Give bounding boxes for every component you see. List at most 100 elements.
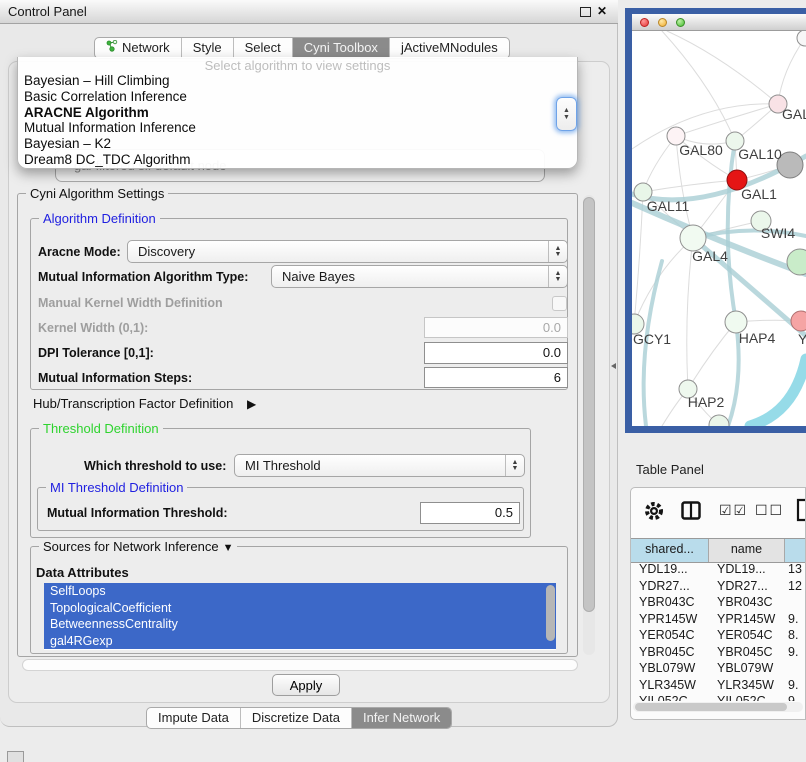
column-header[interactable]: shared... [631, 539, 709, 562]
control-panel-titlebar[interactable]: Control Panel ✕ [0, 0, 618, 24]
which-threshold-value: MI Threshold [245, 458, 321, 473]
aracne-mode-value: Discovery [138, 244, 195, 259]
node-top[interactable] [797, 31, 806, 46]
table-row[interactable]: YER054CYER054C8. [631, 627, 806, 644]
network-edge [634, 192, 643, 324]
control-panel-title: Control Panel [8, 0, 87, 24]
tab-cyni-toolbox[interactable]: Cyni Toolbox [292, 38, 389, 58]
table-row[interactable]: YLR345WYLR345W9. [631, 677, 806, 694]
which-threshold-combo[interactable]: MI Threshold ▲▼ [234, 454, 525, 477]
tab-cyni-toolbox-label: Cyni Toolbox [304, 38, 378, 58]
dropdown-item-highlighted[interactable]: ARACNE Algorithm [18, 105, 577, 121]
table-cell: YDL19... [631, 561, 709, 578]
collapse-arrow-icon[interactable]: ▼ [223, 541, 234, 556]
table-cell: YIL052C [631, 693, 709, 701]
column-header[interactable]: name [709, 539, 785, 562]
scrollbar-thumb[interactable] [583, 197, 595, 612]
node-label: GAL80 [679, 142, 723, 158]
splitter-collapse-arrow[interactable] [611, 363, 616, 369]
tab-impute-data[interactable]: Impute Data [147, 708, 240, 728]
table-cell: YBL079W [709, 660, 785, 677]
dropdown-item[interactable]: Dream8 DC_TDC Algorithm [18, 152, 577, 168]
bottom-left-corner-button[interactable] [7, 751, 24, 762]
node-label: GAL1 [741, 186, 777, 202]
threshold-definition-title: Threshold Definition [39, 421, 163, 436]
dropdown-item[interactable]: Bayesian – Hill Climbing [18, 73, 577, 89]
network-window-titlebar[interactable] [632, 14, 806, 31]
manual-kernel-width-checkbox[interactable] [552, 296, 567, 311]
zoom-traffic-light-icon[interactable] [676, 18, 685, 27]
table-row[interactable]: YBR045CYBR045C9. [631, 644, 806, 661]
apply-button[interactable]: Apply [272, 674, 340, 696]
close-traffic-light-icon[interactable] [640, 18, 649, 27]
hub-definition-section[interactable]: Hub/Transcription Factor Definition ▶ [33, 396, 256, 411]
close-icon[interactable]: ✕ [597, 4, 607, 18]
hub-definition-label: Hub/Transcription Factor Definition [33, 396, 233, 411]
unchecked-boxes-icon[interactable]: ☐☐ [755, 502, 784, 519]
tab-select[interactable]: Select [233, 38, 292, 58]
list-item[interactable]: SelfLoops [44, 583, 556, 600]
table-cell: YLR345W [631, 677, 709, 694]
list-scrollbar[interactable] [546, 585, 555, 647]
kernel-width-field[interactable]: 0.0 [424, 317, 568, 338]
table-row[interactable]: YDL19...YDL19...13 [631, 561, 806, 578]
aracne-mode-combo[interactable]: Discovery ▲▼ [127, 240, 568, 263]
dropdown-placeholder: Select algorithm to view settings [18, 57, 577, 73]
table-cell: YBR043C [709, 594, 785, 611]
table-cell: YBR043C [631, 594, 709, 611]
mi-threshold-field[interactable]: 0.5 [420, 502, 520, 524]
dropdown-item[interactable]: Bayesian – K2 [18, 136, 577, 152]
list-item[interactable]: TopologicalCoefficient [44, 600, 556, 617]
node-bottom[interactable] [709, 415, 729, 426]
combo-stepper-icon: ▲▼ [505, 455, 524, 476]
settings-horizontal-scrollbar[interactable] [22, 659, 578, 671]
dropdown-item[interactable]: Basic Correlation Inference [18, 89, 577, 105]
which-threshold-label: Which threshold to use: [84, 459, 226, 473]
settings-vertical-scrollbar[interactable] [583, 195, 595, 655]
combo-stepper-icon: ▲▼ [548, 266, 567, 287]
network-edge [688, 322, 736, 389]
minimize-traffic-light-icon[interactable] [658, 18, 667, 27]
file-icon[interactable] [795, 498, 806, 527]
tab-style[interactable]: Style [181, 38, 233, 58]
table-row[interactable]: YPR145WYPR145W9. [631, 611, 806, 628]
column-header[interactable] [785, 539, 806, 562]
checked-boxes-icon[interactable]: ☑☑ [719, 502, 748, 519]
mi-steps-field[interactable]: 6 [424, 367, 568, 388]
scrollbar-thumb[interactable] [635, 703, 787, 711]
tab-jactivemnodules[interactable]: jActiveMNodules [389, 38, 509, 58]
network-edge [667, 31, 778, 104]
dropdown-item[interactable]: Mutual Information Inference [18, 120, 577, 136]
table-row[interactable]: YDR27...YDR27...12 [631, 578, 806, 595]
mi-algorithm-type-combo[interactable]: Naive Bayes ▲▼ [271, 265, 568, 288]
dpi-tolerance-field[interactable]: 0.0 [424, 342, 568, 364]
mi-threshold-definition-title: MI Threshold Definition [46, 480, 187, 495]
control-panel-tab-bar: Network Style Select Cyni Toolbox jActiv… [94, 37, 510, 59]
tab-infer-network[interactable]: Infer Network [351, 708, 451, 728]
table-row[interactable]: YBL079WYBL079W [631, 660, 806, 677]
columns-icon[interactable] [681, 501, 701, 526]
stepper-down-icon: ▼ [563, 114, 570, 121]
node-label: HAP4 [739, 330, 776, 346]
float-window-icon[interactable] [580, 7, 591, 17]
node-salmon[interactable] [791, 311, 806, 331]
table-horizontal-scrollbar[interactable] [633, 702, 803, 712]
kernel-width-label: Kernel Width (0,1): [38, 321, 148, 335]
list-item[interactable]: BetweennessCentrality [44, 616, 556, 633]
stepper-up-icon: ▲ [563, 107, 570, 114]
tab-discretize-data[interactable]: Discretize Data [240, 708, 351, 728]
node-label: Y [798, 331, 806, 347]
table-body: YDL19...YDL19...13YDR27...YDR27...12YBR0… [631, 561, 806, 701]
node-label: GCY1 [633, 331, 671, 347]
table-row[interactable]: YIL052CYIL052C9 [631, 693, 806, 701]
gear-icon[interactable] [643, 500, 665, 527]
data-attributes-list[interactable]: SelfLoops TopologicalCoefficient Between… [44, 583, 556, 650]
network-canvas[interactable]: GALGAL80GAL10GAL1GAL11SWI4GAL4GCY1HAP4YH… [632, 31, 806, 426]
list-item[interactable]: gal4RGexp [44, 633, 556, 650]
table-row[interactable]: YBR043CYBR043C [631, 594, 806, 611]
tab-network[interactable]: Network [95, 38, 181, 58]
expand-arrow-icon[interactable]: ▶ [247, 397, 256, 411]
scrollbar-thumb[interactable] [546, 585, 555, 641]
inference-algorithm-combo-button[interactable]: ▲ ▼ [556, 97, 577, 131]
settings-group-title: Cyni Algorithm Settings [26, 186, 168, 201]
